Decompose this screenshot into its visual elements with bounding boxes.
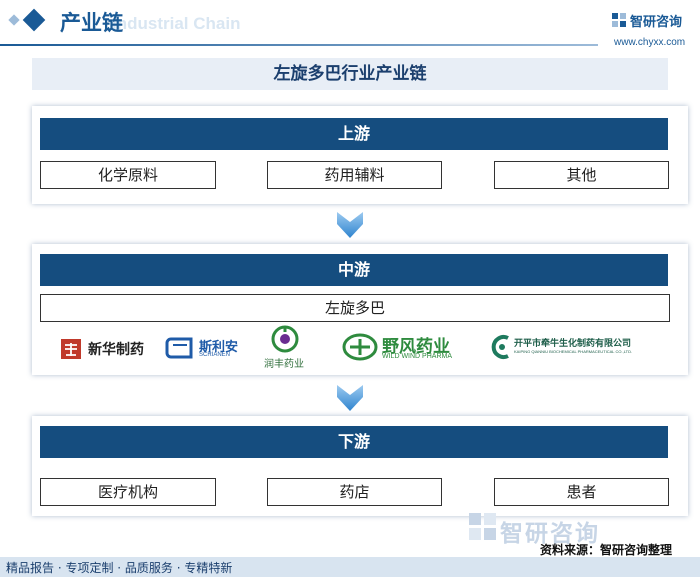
scrianen-logo-icon xyxy=(165,337,193,359)
header-diamond-small-icon xyxy=(8,14,20,26)
kaiping-logo-icon xyxy=(491,335,509,359)
watermark-logo-icon xyxy=(469,513,496,540)
upstream-panel: 上游 化学原料 药用辅料 其他 xyxy=(32,106,688,204)
company-name: 新华制药 xyxy=(88,342,144,358)
midstream-product: 左旋多巴 xyxy=(40,294,670,322)
xinhua-logo-icon xyxy=(61,339,81,359)
source-note: 资料来源：智研咨询整理 xyxy=(540,543,673,557)
upstream-item: 其他 xyxy=(494,161,669,189)
header: Industrial Chain 产业链 智研咨询 www.chyxx.com xyxy=(0,0,700,50)
header-title: 产业链 xyxy=(60,11,123,35)
company-subname: WILD WIND PHARMA xyxy=(382,353,452,360)
upstream-item: 药用辅料 xyxy=(267,161,442,189)
upstream-item: 化学原料 xyxy=(40,161,216,189)
header-underline xyxy=(0,44,598,46)
company-subname: SCRIANEN xyxy=(199,352,231,358)
header-diamond-icon xyxy=(22,8,46,32)
company-name: 润丰药业 xyxy=(264,359,304,370)
diagram-title: 左旋多巴行业产业链 xyxy=(32,58,668,90)
downstream-item: 药店 xyxy=(267,478,442,506)
footer-tagline: 精品报告 · 专项定制 · 品质服务 · 专精特新 xyxy=(6,561,233,575)
company-name: 开平市牵牛生化制药有限公司 xyxy=(514,339,632,349)
downstream-label: 下游 xyxy=(40,426,668,458)
midstream-label: 中游 xyxy=(40,254,668,286)
header-ghost-text: Industrial Chain xyxy=(112,14,241,33)
wild-wind-logo-icon xyxy=(342,333,378,361)
arrow-down-icon xyxy=(337,385,363,411)
downstream-panel: 下游 医疗机构 药店 患者 xyxy=(32,416,688,516)
downstream-item: 患者 xyxy=(494,478,669,506)
brand-logo-icon xyxy=(612,13,626,27)
brand-url: www.chyxx.com xyxy=(614,37,686,48)
downstream-item: 医疗机构 xyxy=(40,478,216,506)
brand-name: 智研咨询 xyxy=(630,15,683,30)
arrow-down-icon xyxy=(337,212,363,238)
upstream-label: 上游 xyxy=(40,118,668,150)
company-subname: KAIPING QIANNIU BIOCHEMICAL PHARMACEUTIC… xyxy=(514,349,633,354)
midstream-panel: 中游 左旋多巴 新华制药 斯利安 SCRIANEN 润丰药业 野风药业 WILD… xyxy=(32,244,688,375)
runfeng-logo-icon xyxy=(271,325,299,353)
footer-bar: 精品报告 · 专项定制 · 品质服务 · 专精特新 xyxy=(0,557,700,577)
